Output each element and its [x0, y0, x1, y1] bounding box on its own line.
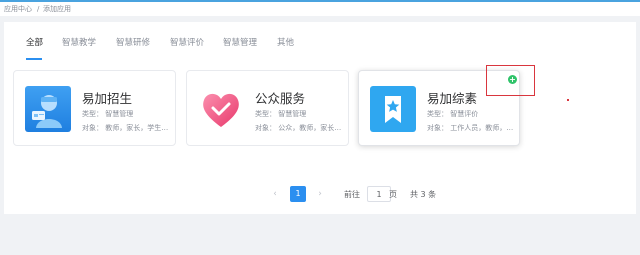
app-audience: 对象： 教师，家长，学生，...	[82, 124, 174, 132]
heart-app-icon	[198, 86, 244, 132]
app-card-public-service[interactable]: 公众服务 类型： 智慧管理 对象： 公众，教师，家长，...	[186, 70, 349, 146]
next-page-button[interactable]: ›	[312, 186, 328, 202]
prev-page-button[interactable]: ‹	[267, 186, 283, 202]
page-number-1[interactable]: 1	[290, 186, 306, 202]
annotation-highlight-box	[486, 65, 535, 96]
content-panel: 全部 智慧教学 智慧研修 智慧评价 智慧管理 其他 易加招生 类型： 智慧管理 …	[4, 22, 636, 214]
breadcrumb-home[interactable]: 应用中心	[4, 2, 32, 16]
app-card-enrollment[interactable]: 易加招生 类型： 智慧管理 对象： 教师，家长，学生，...	[13, 70, 176, 146]
category-tabs: 全部 智慧教学 智慧研修 智慧评价 智慧管理 其他	[4, 22, 636, 60]
annotation-dot	[567, 99, 569, 101]
tab-all[interactable]: 全部	[26, 36, 43, 48]
tab-smart-management[interactable]: 智慧管理	[223, 36, 257, 48]
goto-label: 前往	[344, 190, 360, 199]
active-tab-indicator	[26, 58, 42, 60]
app-type: 类型： 智慧评价	[427, 110, 479, 118]
goto-page-input[interactable]	[367, 186, 391, 202]
app-audience: 对象： 工作人员，教师，家...	[427, 124, 519, 132]
enrollment-app-icon	[25, 86, 71, 132]
app-audience: 对象： 公众，教师，家长，...	[255, 124, 347, 132]
breadcrumb-separator: /	[37, 5, 40, 13]
total-count: 共 3 条	[410, 190, 437, 199]
pagination: ‹ 1 › 前往 页 共 3 条	[4, 185, 636, 203]
breadcrumb-current: 添加应用	[43, 5, 71, 13]
bookmark-star-app-icon	[370, 86, 416, 132]
app-type: 类型： 智慧管理	[255, 110, 307, 118]
app-name: 公众服务	[255, 91, 306, 106]
tab-smart-teaching[interactable]: 智慧教学	[62, 36, 96, 48]
tab-smart-research[interactable]: 智慧研修	[116, 36, 150, 48]
app-type: 类型： 智慧管理	[82, 110, 134, 118]
breadcrumb: 应用中心 / 添加应用	[0, 2, 640, 16]
app-name: 易加招生	[82, 91, 133, 106]
page-unit-label: 页	[389, 190, 397, 199]
app-name: 易加综素	[427, 91, 478, 106]
tab-other[interactable]: 其他	[277, 36, 294, 48]
tab-smart-evaluation[interactable]: 智慧评价	[170, 36, 204, 48]
